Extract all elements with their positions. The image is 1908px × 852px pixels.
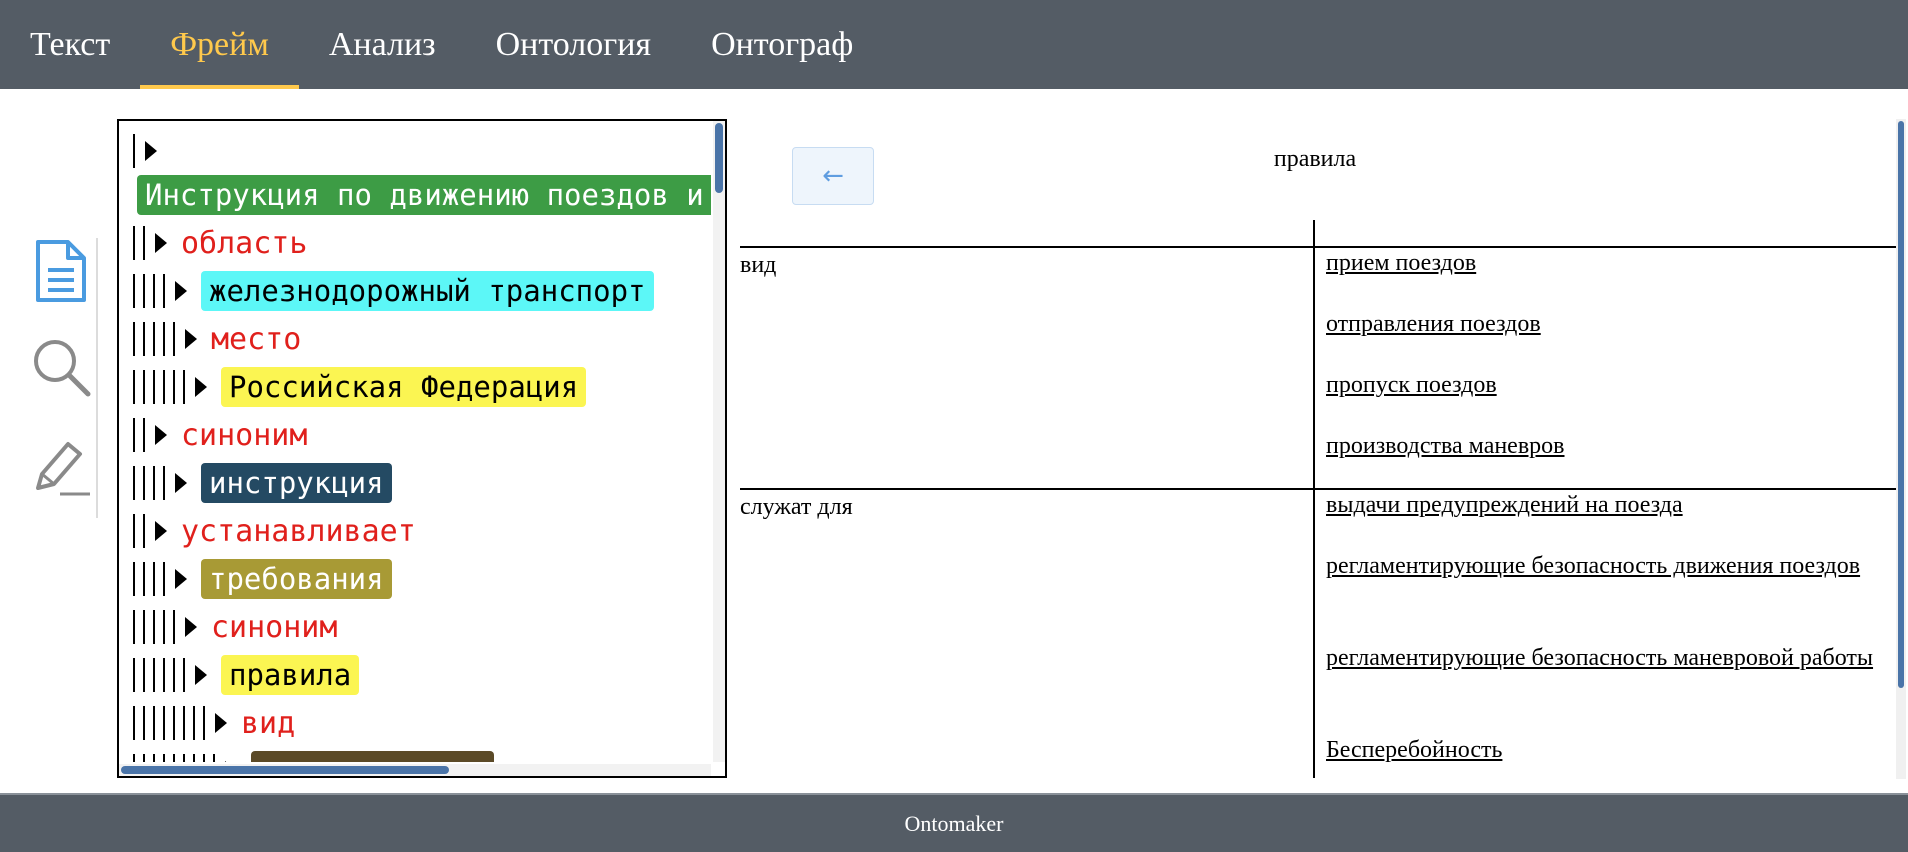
tree-vertical-scroll-thumb[interactable] <box>715 123 723 193</box>
expand-triangle-icon[interactable] <box>215 713 227 733</box>
tree-row[interactable]: Инструкция по движению поездов и маневро… <box>137 173 711 217</box>
expand-triangle-icon[interactable] <box>155 425 167 445</box>
tree-node-root[interactable]: Инструкция по движению поездов и маневро… <box>137 175 711 215</box>
expand-triangle-icon[interactable] <box>185 329 197 349</box>
top-nav: Текст Фрейм Анализ Онтология Онтограф <box>0 0 1908 89</box>
back-button[interactable]: ← <box>792 147 874 205</box>
tree-vertical-scrollbar[interactable] <box>713 121 725 762</box>
tree-row: требования <box>133 557 392 601</box>
tab-analysis[interactable]: Анализ <box>299 0 466 89</box>
tree-node-selected[interactable]: правила <box>221 655 360 695</box>
tree-row: синоним <box>133 413 307 457</box>
footer-label: Ontomaker <box>904 810 1004 836</box>
expand-triangle-icon[interactable] <box>175 569 187 589</box>
tree-relation: синоним <box>181 417 308 453</box>
slot-name: служат для <box>740 494 853 520</box>
tab-frame[interactable]: Фрейм <box>140 0 299 89</box>
tree-row: Российская Федерация <box>133 365 587 409</box>
expand-triangle-icon[interactable] <box>175 473 187 493</box>
tree-node[interactable]: железнодорожный транспорт <box>201 271 654 311</box>
tree-horizontal-scroll-thumb[interactable] <box>121 766 449 774</box>
tree-row <box>133 129 171 173</box>
tool-sidebar <box>30 230 100 520</box>
tree-node[interactable]: прием поездов <box>251 751 494 762</box>
tree-relation: синоним <box>211 609 338 645</box>
slot-value-link[interactable]: пропуск поездов <box>1326 370 1886 401</box>
expand-triangle-icon[interactable] <box>225 761 237 762</box>
tree-row: вид <box>133 701 295 745</box>
tree-relation: место <box>211 321 302 357</box>
tab-ontology[interactable]: Онтология <box>466 0 681 89</box>
tab-ontograph[interactable]: Онтограф <box>681 0 883 89</box>
expand-triangle-icon[interactable] <box>185 617 197 637</box>
pencil-icon[interactable] <box>30 436 96 502</box>
tree-row: синоним <box>133 605 337 649</box>
slot-name: вид <box>740 252 777 278</box>
expand-triangle-icon[interactable] <box>195 377 207 397</box>
expand-triangle-icon[interactable] <box>155 233 167 253</box>
expand-triangle-icon[interactable] <box>145 141 157 161</box>
slot-value-link[interactable]: регламентирующие безопасность движения п… <box>1326 551 1886 582</box>
slot-value-link[interactable]: Бесперебойность <box>1326 735 1886 766</box>
frame-tree: Инструкция по движению поездов и маневро… <box>119 121 711 762</box>
tree-row: область <box>133 221 307 265</box>
tab-text[interactable]: Текст <box>0 0 140 89</box>
tree-node[interactable]: Российская Федерация <box>221 367 587 407</box>
tree-row: инструкция <box>133 461 392 505</box>
tree-node[interactable]: инструкция <box>201 463 392 503</box>
tree-relation: устанавливает <box>181 513 416 549</box>
slot-value-link[interactable]: производства маневров <box>1326 431 1886 462</box>
tree-row: место <box>133 317 301 361</box>
search-icon[interactable] <box>30 336 96 402</box>
tree-relation: область <box>181 225 308 261</box>
slot-value-link[interactable]: регламентирующие безопасность маневровой… <box>1326 643 1886 674</box>
expand-triangle-icon[interactable] <box>175 281 187 301</box>
footer: Ontomaker <box>0 793 1908 852</box>
expand-triangle-icon[interactable] <box>155 521 167 541</box>
tree-row: прием поездов <box>133 749 494 762</box>
frame-title: правила <box>1273 146 1357 172</box>
slot-value-link[interactable]: отправления поездов <box>1326 309 1886 340</box>
expand-triangle-icon[interactable] <box>195 665 207 685</box>
table-column-divider <box>1313 220 1315 778</box>
tree-row: устанавливает <box>133 509 416 553</box>
tree-row: железнодорожный транспорт <box>133 269 654 313</box>
tree-relation: вид <box>241 705 296 741</box>
tree-node[interactable]: требования <box>201 559 392 599</box>
frame-slot-table: вид прием поездов отправления поездов пр… <box>740 218 1898 778</box>
tree-row: правила <box>133 653 360 697</box>
frame-tree-panel[interactable]: Инструкция по движению поездов и маневро… <box>117 119 727 778</box>
page-scroll-thumb[interactable] <box>1898 121 1904 688</box>
slot-value-link[interactable]: прием поездов <box>1326 248 1886 279</box>
slot-value-link[interactable]: выдачи предупреждений на поезда <box>1326 490 1886 521</box>
sidebar-divider <box>96 238 98 518</box>
arrow-left-icon: ← <box>822 161 844 191</box>
document-icon[interactable] <box>30 238 96 304</box>
